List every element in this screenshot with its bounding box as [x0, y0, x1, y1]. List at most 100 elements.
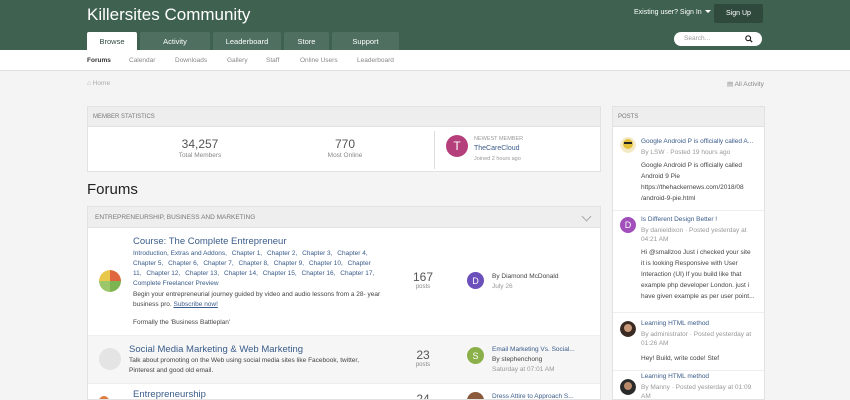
- post-title[interactable]: Learning HTML method: [641, 320, 761, 327]
- avatar[interactable]: [620, 137, 636, 153]
- subforum-link[interactable]: Chapter 9,: [274, 260, 304, 267]
- all-activity-link[interactable]: ▤ All Activity: [727, 80, 764, 88]
- subforum-link[interactable]: Chapter 17,: [340, 270, 374, 277]
- post-excerpt-line: Hey! Build, write code! Stef: [641, 355, 720, 362]
- post-count-value: 23: [416, 348, 430, 362]
- post-excerpt: Google Android P is officially called An…: [641, 160, 761, 204]
- forum-title[interactable]: Entrepreneurship: [133, 389, 206, 399]
- post-excerpt: Hi @smallzoo Just i checked your site it…: [641, 247, 761, 302]
- member-statistics-heading: MEMBER STATISTICS: [88, 107, 600, 127]
- forum-title[interactable]: Course: The Complete Entrepreneur: [133, 236, 287, 247]
- subforum-link[interactable]: Chapter 5,: [133, 260, 163, 267]
- forum-title[interactable]: Social Media Marketing & Web Marketing: [129, 344, 303, 355]
- subnav-forums[interactable]: Forums: [87, 57, 111, 64]
- subforum-link[interactable]: Chapter 14,: [224, 270, 258, 277]
- page-title: Forums: [87, 181, 138, 198]
- subforum-link[interactable]: Chapter 15,: [263, 270, 297, 277]
- post-excerpt-line: Android 9 Pie: [641, 173, 681, 180]
- site-title[interactable]: Killersites Community: [87, 5, 250, 25]
- most-online-value: 770: [334, 137, 356, 151]
- breadcrumb[interactable]: ⌂ Home: [87, 80, 110, 87]
- subforum-link[interactable]: Chapter 6,: [168, 260, 198, 267]
- forum-icon: [99, 348, 121, 370]
- newest-member-label: NEWEST MEMBER: [474, 136, 524, 142]
- signin-label: Existing user? Sign In: [634, 9, 702, 16]
- subforum-list: Introduction, Extras and Addons, Chapter…: [133, 249, 383, 289]
- tab-activity[interactable]: Activity: [140, 32, 210, 50]
- forum-desc-line: Pinterest and good old email.: [129, 367, 214, 374]
- list-item: D Is Different Design Better ! By daniel…: [613, 211, 764, 313]
- subnav-calendar[interactable]: Calendar: [129, 57, 155, 64]
- subforum-link[interactable]: Chapter 12,: [146, 270, 180, 277]
- search-icon[interactable]: [745, 35, 753, 43]
- subforum-link[interactable]: Chapter 3,: [302, 250, 332, 257]
- post-meta-line: By danieldixon · Posted yesterday at: [641, 227, 747, 234]
- subforum-link[interactable]: Introduction, Extras and Addons,: [133, 250, 227, 257]
- list-item: Social Media Marketing & Web Marketing T…: [88, 336, 600, 384]
- total-members-value: 34,257: [181, 137, 219, 151]
- newest-member-name[interactable]: TheCareCloud: [474, 145, 520, 152]
- post-title[interactable]: Is Different Design Better !: [641, 216, 761, 223]
- subforum-link[interactable]: Chapter 16,: [302, 270, 336, 277]
- site-header: Killersites Community Existing user? Sig…: [0, 0, 850, 50]
- subforum-link[interactable]: Chapter 2,: [267, 250, 297, 257]
- subforum-link[interactable]: Chapter 8,: [239, 260, 269, 267]
- subscribe-link[interactable]: Subscribe now!: [173, 301, 217, 308]
- search-placeholder: Search...: [684, 35, 711, 42]
- subforum-link[interactable]: Chapter 4,: [337, 250, 367, 257]
- last-post-date: July 26: [492, 283, 513, 290]
- tab-support[interactable]: Support: [332, 32, 399, 50]
- post-meta: By administrator · Posted yesterday at 0…: [641, 330, 759, 348]
- post-excerpt-line: example php developer London. just i: [641, 282, 750, 289]
- tab-browse[interactable]: Browse: [87, 32, 137, 50]
- tab-leaderboard[interactable]: Leaderboard: [213, 32, 281, 50]
- subnav-downloads[interactable]: Downloads: [175, 57, 207, 64]
- post-meta: By danieldixon · Posted yesterday at 04:…: [641, 226, 759, 244]
- forum-category-heading[interactable]: ENTREPRENEURSHIP, BUSINESS AND MARKETING: [88, 207, 600, 228]
- post-excerpt-line: Interaction (UI) If you build like that: [641, 271, 742, 278]
- posts-heading: POSTS: [613, 107, 764, 127]
- most-online-stat: 770 Most Online: [290, 137, 400, 159]
- avatar[interactable]: [620, 321, 636, 337]
- tab-store[interactable]: Store: [284, 32, 329, 50]
- post-meta-line: AM: [641, 393, 651, 400]
- subforum-link[interactable]: Complete Freelancer Preview: [133, 280, 219, 287]
- subnav-online-users[interactable]: Online Users: [300, 57, 338, 64]
- post-title[interactable]: Google Android P is officially called A.…: [641, 138, 761, 145]
- avatar[interactable]: S: [467, 347, 484, 364]
- post-count: 167 posts: [403, 270, 443, 290]
- avatar[interactable]: D: [467, 272, 484, 289]
- forum-description: Talk about promoting on the Web using so…: [129, 356, 385, 376]
- last-post-title[interactable]: Email Marketing Vs. Social...: [492, 346, 575, 353]
- list-item: Course: The Complete Entrepreneur Introd…: [88, 229, 600, 336]
- search-input[interactable]: Search...: [674, 32, 762, 46]
- total-members-label: Total Members: [178, 152, 222, 159]
- subnav-leaderboard[interactable]: Leaderboard: [357, 57, 394, 64]
- subforum-link[interactable]: Chapter 1,: [232, 250, 262, 257]
- last-post-author[interactable]: By Diamond McDonald: [492, 273, 558, 280]
- post-excerpt-line: it is looking Responsive with User: [641, 260, 738, 267]
- post-count-label: posts: [415, 362, 431, 368]
- avatar[interactable]: T: [446, 135, 468, 157]
- last-post-title[interactable]: Dress Attire to Approach S...: [492, 393, 574, 399]
- signup-button[interactable]: Sign Up: [714, 4, 763, 23]
- subforum-link[interactable]: Chapter 13,: [185, 270, 219, 277]
- subforum-link[interactable]: Chapter 10,: [309, 260, 343, 267]
- signin-link[interactable]: Existing user? Sign In: [634, 9, 711, 16]
- forum-note: Formally the 'Business Battleplan': [133, 319, 231, 326]
- avatar[interactable]: D: [620, 217, 636, 233]
- post-meta: By Manny · Posted yesterday at 01:09 AM: [641, 383, 759, 400]
- activity-icon: ▤: [727, 81, 735, 88]
- avatar[interactable]: [620, 379, 636, 395]
- subforum-link[interactable]: Chapter 7,: [203, 260, 233, 267]
- last-post-date: Saturday at 07:01 AM: [492, 366, 555, 373]
- newest-member-time: Joined 2 hours ago: [474, 156, 521, 162]
- last-post-author[interactable]: By stephenchong: [492, 356, 542, 363]
- post-meta: By LSW · Posted 19 hours ago: [641, 149, 731, 156]
- avatar[interactable]: [467, 392, 484, 399]
- breadcrumb-home: Home: [92, 80, 111, 87]
- subnav-gallery[interactable]: Gallery: [227, 57, 248, 64]
- total-members-stat: 34,257 Total Members: [145, 137, 255, 159]
- subnav-staff[interactable]: Staff: [266, 57, 279, 64]
- post-title[interactable]: Learning HTML method: [641, 373, 761, 380]
